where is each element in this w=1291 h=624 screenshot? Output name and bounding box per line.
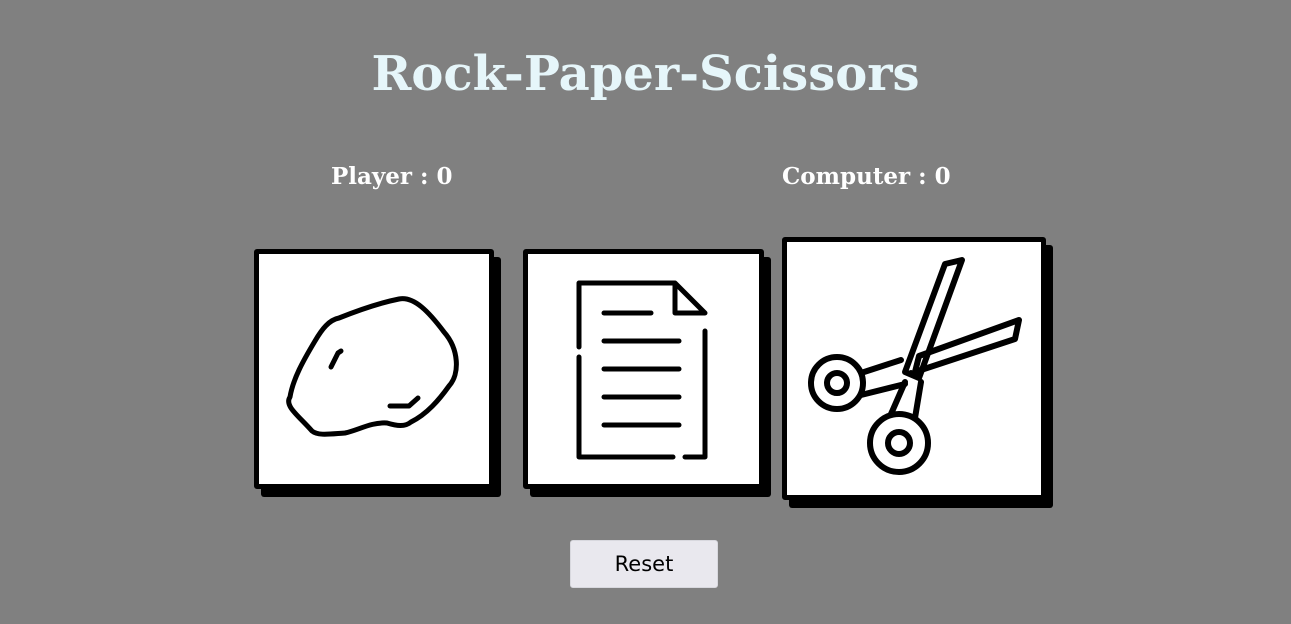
reset-button[interactable]: Reset — [570, 540, 718, 588]
paper-icon — [576, 280, 708, 460]
paper-choice-button[interactable] — [523, 249, 764, 489]
scissors-icon — [808, 257, 1022, 475]
rock-choice-button[interactable] — [254, 249, 494, 489]
rock-icon — [286, 296, 459, 437]
computer-score: Computer : 0 — [782, 163, 951, 190]
player-score: Player : 0 — [331, 163, 453, 190]
scissors-choice-button[interactable] — [782, 237, 1046, 500]
game-title: Rock-Paper-Scissors — [371, 46, 920, 102]
